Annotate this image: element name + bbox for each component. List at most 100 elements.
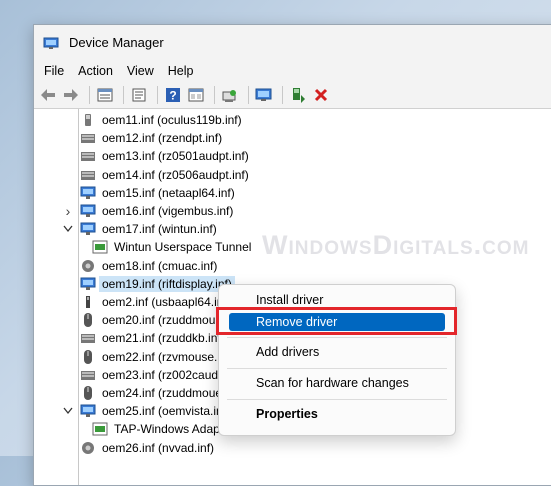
tree-item[interactable]: oem14.inf (rz0506audpt.inf) — [62, 166, 249, 184]
tree-item-label: oem17.inf (wintun.inf) — [102, 222, 217, 237]
tree-item[interactable]: oem17.inf (wintun.inf) — [62, 220, 217, 238]
keyboard-icon — [80, 331, 96, 345]
tree-item[interactable]: Wintun Userspace Tunnel — [92, 238, 251, 256]
tree-item[interactable]: oem2.inf (usbaapl64.in — [62, 293, 223, 311]
menu-action[interactable]: Action — [72, 64, 119, 78]
mouse-icon — [80, 313, 96, 328]
tree-item[interactable]: oem18.inf (cmuac.inf) — [62, 257, 217, 275]
tree-item-label: oem16.inf (vigembus.inf) — [102, 204, 234, 218]
expander-placeholder — [62, 169, 74, 181]
network-icon — [80, 186, 96, 200]
properties-icon[interactable] — [129, 85, 149, 105]
tree-item-label: oem19.inf (riftdisplay.inf) — [99, 275, 235, 292]
expander-placeholder — [62, 187, 74, 199]
toolbar-separator — [248, 86, 249, 104]
menu-separator — [227, 368, 447, 369]
tree-item-label: oem26.inf (nvvad.inf) — [102, 440, 215, 455]
remove-icon[interactable] — [311, 85, 331, 105]
audio-icon — [80, 441, 96, 455]
tree-item-label: oem14.inf (rz0506audpt.inf) — [102, 167, 249, 182]
expand-chevron-icon[interactable]: › — [62, 203, 74, 219]
expander-placeholder — [62, 314, 74, 326]
expander-placeholder — [62, 296, 74, 308]
menu-view[interactable]: View — [121, 64, 160, 78]
expander-placeholder — [62, 114, 74, 126]
tree-item[interactable]: oem20.inf (rzuddmou.i — [62, 311, 221, 329]
network-adapter-icon — [92, 422, 108, 436]
menu-file[interactable]: File — [38, 64, 70, 78]
tree-item[interactable]: oem22.inf (rzvmouse.in — [62, 348, 227, 366]
scan-hardware-icon[interactable] — [220, 85, 240, 105]
tree-item-label: oem13.inf (rz0501audpt.inf) — [102, 149, 249, 164]
expander-placeholder — [62, 351, 74, 363]
help-icon[interactable]: ? — [163, 85, 183, 105]
watermark: WindowsDigitals.com — [262, 230, 530, 260]
expander-placeholder — [62, 387, 74, 399]
collapse-chevron-icon[interactable] — [62, 405, 74, 417]
toolbar: ? — [34, 82, 551, 109]
network-adapter-icon — [92, 240, 108, 254]
tree-item-label: oem15.inf (netaapl64.inf) — [102, 185, 235, 200]
toolbar-separator — [123, 86, 124, 104]
network-icon — [80, 404, 96, 418]
monitor-icon — [80, 277, 96, 291]
network-icon — [80, 222, 96, 236]
expander-placeholder — [62, 369, 74, 381]
tree-item[interactable]: oem13.inf (rz0501audpt.inf) — [62, 147, 249, 165]
tree-item-label: oem20.inf (rzuddmou.i — [102, 313, 222, 328]
tree-item[interactable]: oem21.inf (rzuddkb.inf — [62, 329, 221, 347]
add-driver-icon[interactable] — [288, 85, 308, 105]
tree-item[interactable]: oem26.inf (nvvad.inf) — [62, 439, 214, 457]
tree-item[interactable]: › oem16.inf (vigembus.inf) — [62, 202, 234, 220]
window-title: Device Manager — [69, 35, 164, 50]
tree-item[interactable]: oem19.inf (riftdisplay.inf) — [62, 275, 235, 293]
tree-item-label: oem22.inf (rzvmouse.in — [102, 349, 227, 364]
scan-hardware-menu-item[interactable]: Scan for hardware changes — [256, 376, 409, 390]
title-bar[interactable]: Device Manager — [34, 25, 551, 60]
menu-separator — [227, 399, 447, 400]
menu-separator — [227, 337, 447, 338]
tree-item-label: oem18.inf (cmuac.inf) — [102, 258, 218, 273]
properties-menu-item[interactable]: Properties — [256, 407, 318, 421]
show-hide-icon[interactable] — [95, 85, 115, 105]
tree-item[interactable]: oem23.inf (rz002caudp — [62, 366, 225, 384]
tree-item[interactable]: oem25.inf (oemvista.in — [62, 402, 223, 420]
collapse-chevron-icon[interactable] — [62, 223, 74, 235]
device-manager-icon — [43, 37, 59, 49]
expander-placeholder — [62, 442, 74, 454]
toolbar-separator — [157, 86, 158, 104]
tree-item-label: Wintun Userspace Tunnel — [114, 240, 252, 255]
keyboard-icon — [80, 168, 96, 182]
toolbar-separator — [89, 86, 90, 104]
tree-item-label: oem12.inf (rzendpt.inf) — [102, 131, 223, 146]
expander-placeholder — [62, 260, 74, 272]
tree-item[interactable]: oem12.inf (rzendpt.inf) — [62, 129, 222, 147]
keyboard-icon — [80, 131, 96, 145]
tree-item[interactable]: oem24.inf (rzuddmoue — [62, 384, 222, 402]
tree-item[interactable]: oem11.inf (oculus119b.inf) — [62, 111, 242, 129]
tree-item-label: oem25.inf (oemvista.in — [102, 404, 223, 419]
back-arrow-icon[interactable] — [38, 85, 58, 105]
expander-placeholder — [62, 150, 74, 162]
tree-item-label: oem23.inf (rz002caudp — [102, 367, 225, 382]
tree-item-label: oem2.inf (usbaapl64.in — [102, 295, 224, 309]
usb-icon — [80, 295, 96, 309]
network-icon — [80, 204, 96, 218]
highlight-outline — [216, 307, 457, 335]
tree-item[interactable]: oem15.inf (netaapl64.inf) — [62, 184, 235, 202]
install-driver-menu-item[interactable]: Install driver — [256, 293, 323, 307]
expander-placeholder — [62, 332, 74, 344]
menu-help[interactable]: Help — [162, 64, 200, 78]
expander-placeholder — [62, 278, 74, 290]
mouse-icon — [80, 386, 96, 400]
keyboard-icon — [80, 149, 96, 163]
mouse-icon — [80, 349, 96, 364]
toolbar-separator — [214, 86, 215, 104]
expander-placeholder — [62, 132, 74, 144]
forward-arrow-icon[interactable] — [61, 85, 81, 105]
update-icon[interactable] — [186, 85, 206, 105]
monitor-icon[interactable] — [254, 85, 274, 105]
add-drivers-menu-item[interactable]: Add drivers — [256, 345, 319, 359]
audio-icon — [80, 259, 96, 273]
tree-item-label: oem24.inf (rzuddmoue — [102, 386, 223, 400]
